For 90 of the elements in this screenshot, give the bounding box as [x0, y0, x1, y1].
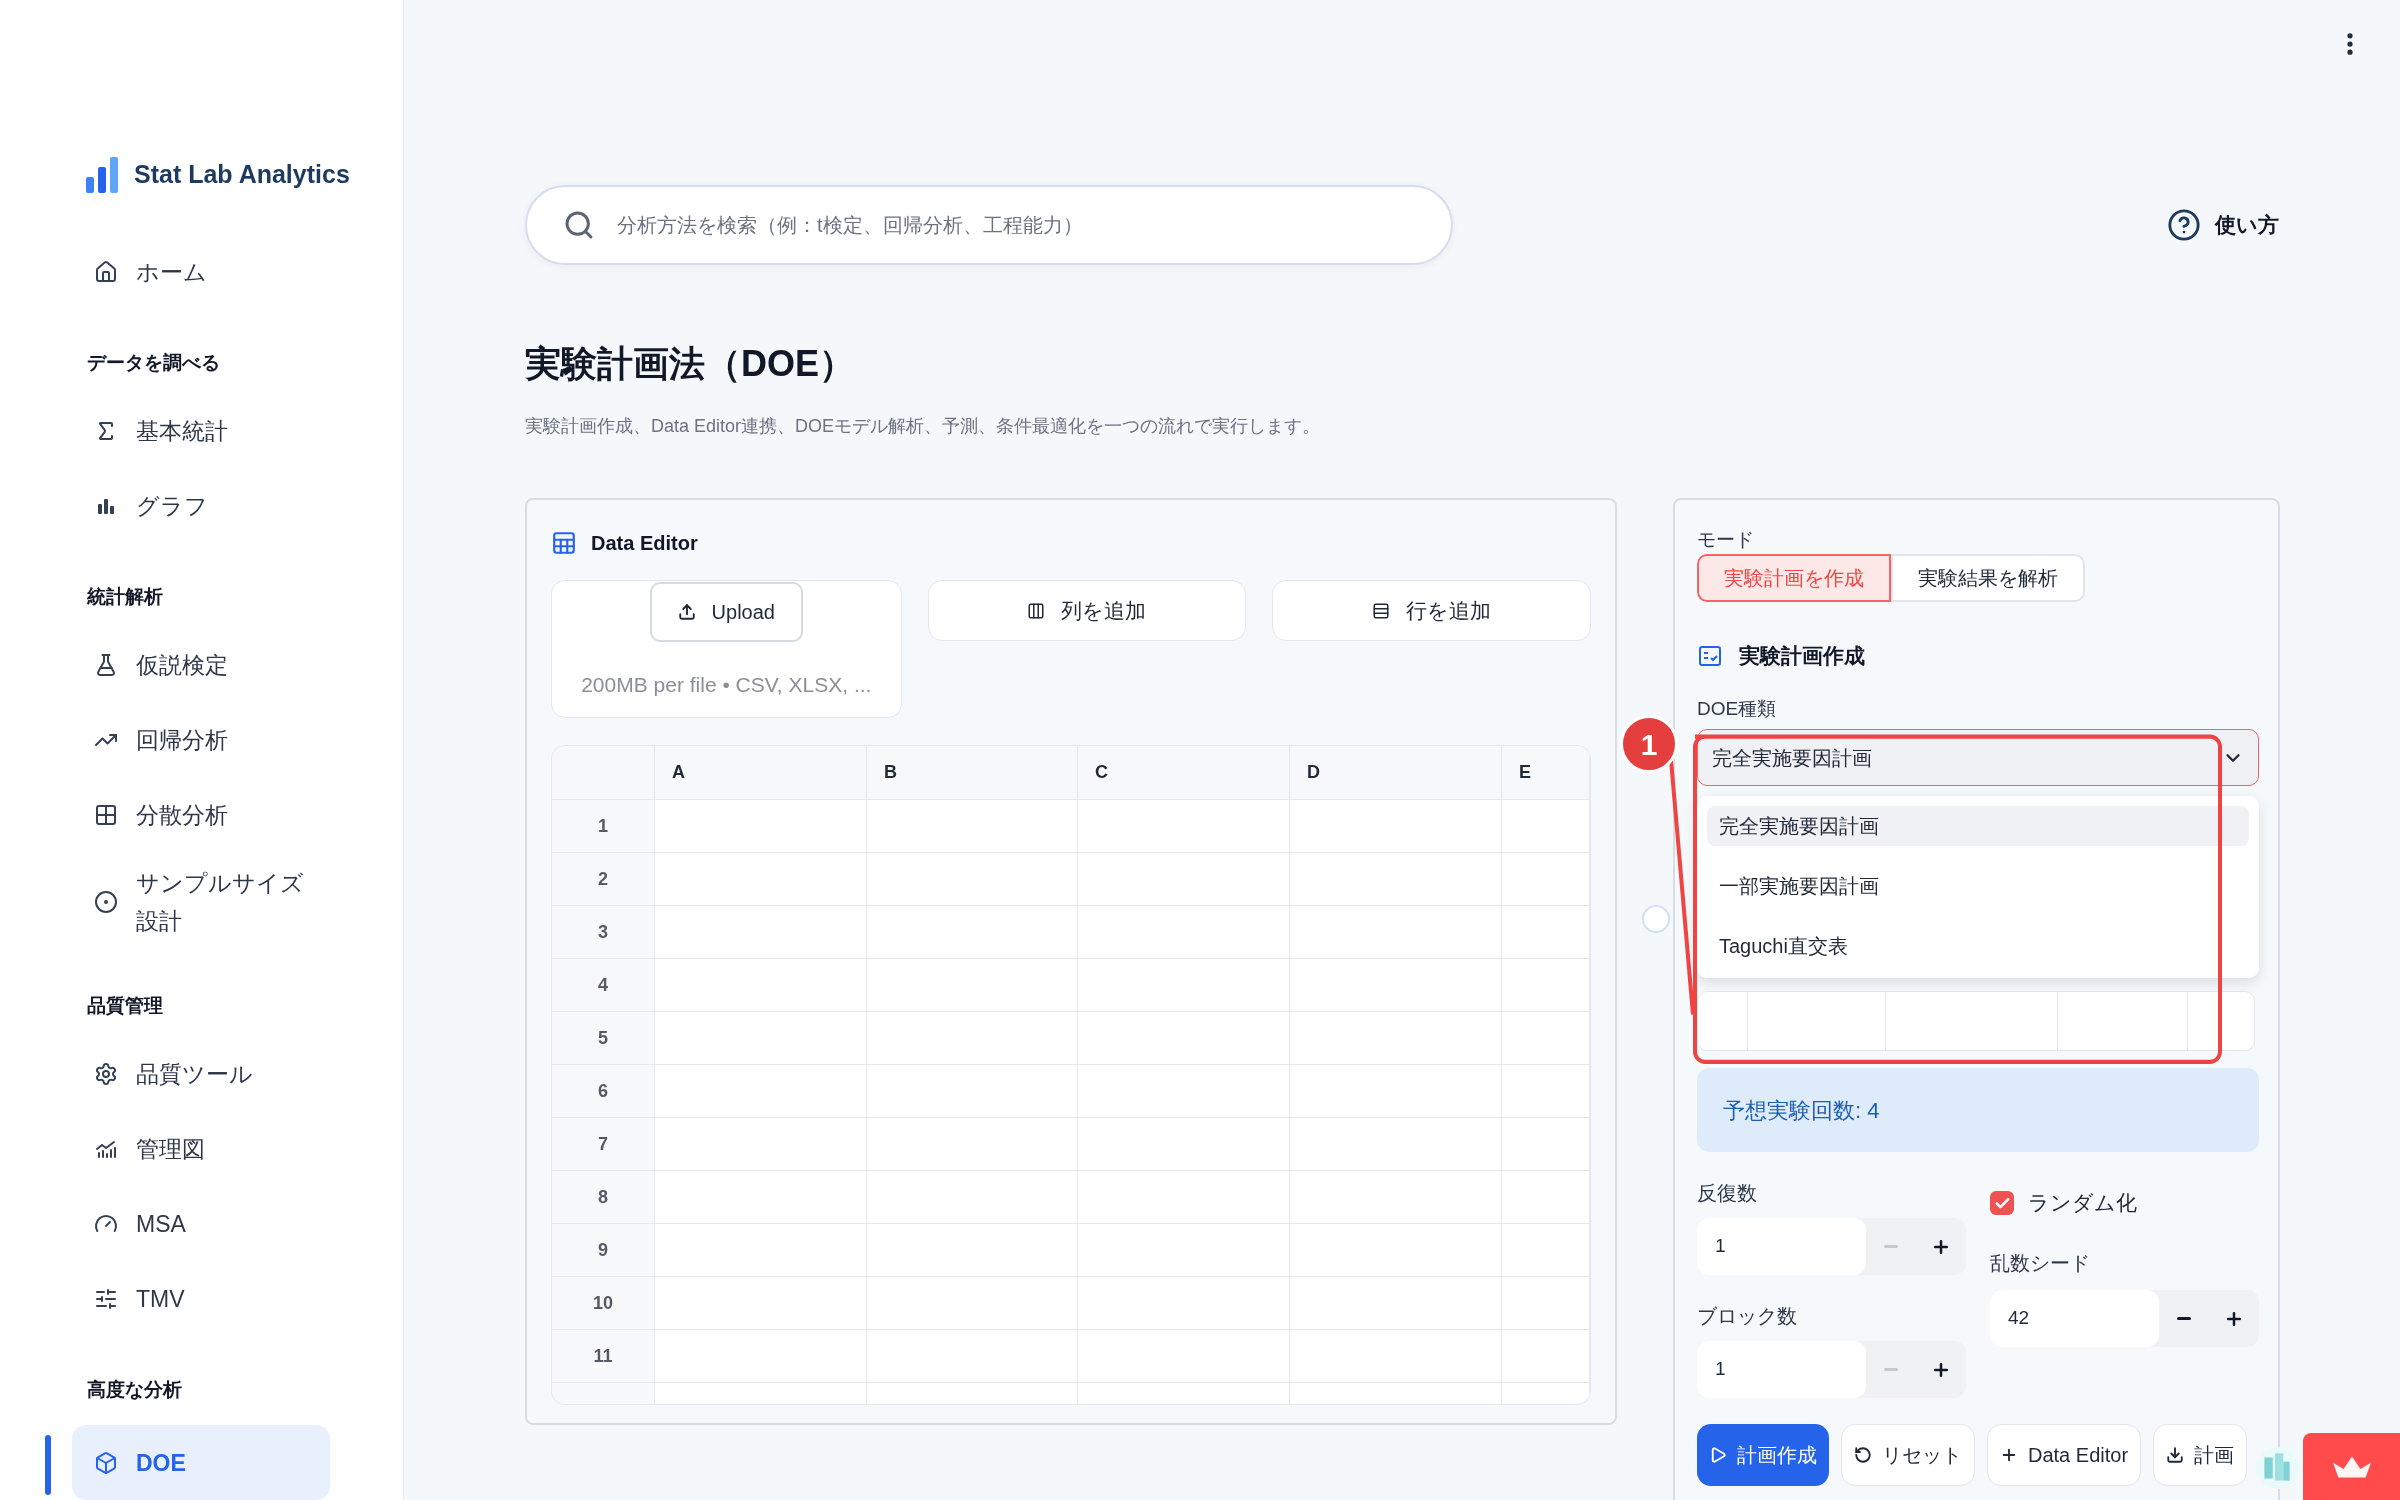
- section-heading: 高度な分析: [87, 1379, 182, 1400]
- page-title: 実験計画法（DOE）: [525, 342, 856, 386]
- randomize-checkbox[interactable]: ランダム化: [1990, 1188, 2259, 1218]
- checkbox[interactable]: [1990, 1191, 2014, 1215]
- field-label: 反復数: [1697, 1181, 1758, 1206]
- reset-icon: [1854, 1446, 1872, 1464]
- column-header: A: [672, 761, 685, 784]
- target-icon: [94, 890, 118, 914]
- row-number: 1: [598, 814, 608, 838]
- field-label: モード: [1697, 528, 1755, 552]
- doe-type-select[interactable]: 完全実施要因計画: [1697, 729, 2259, 786]
- action-button[interactable]: 計画: [2153, 1424, 2248, 1486]
- nav-item[interactable]: 分散分析: [72, 777, 330, 852]
- nav-item[interactable]: サンプルサイズ設計: [72, 852, 330, 952]
- search-field[interactable]: 分析方法を検索（例：t検定、回帰分析、工程能力）: [525, 185, 1453, 265]
- cube-icon: [94, 1450, 118, 1475]
- row-number: 2: [598, 867, 608, 891]
- row-number: 3: [598, 920, 608, 944]
- app-badge[interactable]: [2303, 1433, 2400, 1500]
- logo-icon: [84, 157, 120, 193]
- row-number: 4: [598, 973, 608, 997]
- dropdown-option[interactable]: 完全実施要因計画: [1707, 806, 2249, 846]
- nav-item[interactable]: 品質ツール: [72, 1036, 330, 1111]
- flask-icon: [94, 652, 118, 677]
- add-button[interactable]: 列を追加: [927, 580, 1247, 641]
- annotation-badge: 1: [1620, 715, 1678, 773]
- play-icon: [1709, 1446, 1727, 1464]
- plus-icon: [2000, 1446, 2018, 1464]
- nav-item[interactable]: グラフ: [72, 468, 330, 543]
- section-heading: データを調べる: [87, 352, 220, 373]
- status-spinner: [1642, 905, 1670, 933]
- upload-icon: [677, 603, 696, 621]
- dropdown-option[interactable]: Taguchi直交表: [1707, 926, 2249, 966]
- nav-item[interactable]: 回帰分析: [72, 702, 330, 777]
- minus-icon: [1884, 1245, 1899, 1248]
- number-field[interactable]: 42: [1990, 1290, 2160, 1347]
- section-heading: 実験計画作成: [1739, 643, 1865, 670]
- estimate-box: 予想実験回数: 4: [1697, 1068, 2259, 1152]
- nav-item[interactable]: 基本統計: [72, 393, 330, 468]
- row-number: 7: [598, 1132, 608, 1156]
- table-icon: [551, 530, 577, 556]
- row-number: 8: [598, 1185, 608, 1209]
- nav-item[interactable]: MSA: [72, 1186, 330, 1261]
- column-header: E: [1519, 761, 1531, 784]
- row-number: 11: [593, 1344, 613, 1368]
- checklist-icon: [1697, 644, 1723, 668]
- field-label: DOE種類: [1697, 697, 1778, 721]
- search-icon: [563, 209, 595, 241]
- field-label: ブロック数: [1697, 1304, 1798, 1329]
- action-button[interactable]: Data Editor: [1987, 1424, 2142, 1486]
- help-button[interactable]: 使い方: [2167, 208, 2279, 242]
- nav-item[interactable]: 仮説検定: [72, 627, 330, 702]
- action-button[interactable]: 計画作成: [1697, 1424, 1829, 1486]
- grid-icon: [94, 802, 118, 827]
- rows-icon: [1372, 601, 1391, 620]
- page-subtitle: 実験計画作成、Data Editor連携、DOEモデル解析、予測、条件最適化を一つの流れで実行します。: [525, 415, 1322, 438]
- card-title: Data Editor: [591, 531, 698, 556]
- row-number: 5: [598, 1026, 608, 1050]
- upload-hint: 200MB per file • CSV, XLSX, ...: [581, 672, 872, 698]
- row-number: 6: [598, 1079, 608, 1103]
- nav-item[interactable]: TMV: [72, 1261, 330, 1336]
- sliders-icon: [94, 1286, 118, 1311]
- row-number: 9: [598, 1238, 608, 1262]
- nav-item[interactable]: 管理図: [72, 1111, 330, 1186]
- minus-icon: [1884, 1368, 1899, 1371]
- download-icon: [2166, 1446, 2185, 1464]
- minus-icon: [2177, 1317, 2192, 1320]
- upload-area[interactable]: Upload 200MB per file • CSV, XLSX, ...: [551, 580, 902, 718]
- home-icon: [94, 259, 118, 284]
- action-button[interactable]: リセット: [1841, 1424, 1975, 1486]
- active-indicator: [45, 1435, 51, 1495]
- help-icon: [2167, 208, 2201, 242]
- column-header: C: [1095, 761, 1108, 784]
- dropdown-option[interactable]: 一部実施要因計画: [1707, 866, 2249, 906]
- column-header: B: [884, 761, 897, 784]
- add-button[interactable]: 行を追加: [1272, 580, 1591, 641]
- column-header: D: [1307, 761, 1320, 784]
- columns-icon: [1027, 601, 1046, 620]
- section-heading: 品質管理: [87, 995, 163, 1016]
- brand-name: Stat Lab Analytics: [134, 159, 350, 191]
- row-number: 10: [593, 1291, 613, 1315]
- gear-icon: [94, 1061, 118, 1086]
- field-label: 乱数シード: [1990, 1251, 2091, 1276]
- mode-tab[interactable]: 実験結果を解析: [1891, 554, 2085, 602]
- nav-item[interactable]: DOE: [72, 1425, 330, 1500]
- number-field[interactable]: 1: [1697, 1341, 1867, 1398]
- number-field[interactable]: 1: [1697, 1218, 1867, 1275]
- upload-button[interactable]: Upload: [649, 582, 803, 642]
- section-heading: 統計解析: [87, 586, 163, 607]
- nav-item[interactable]: ホーム: [72, 234, 330, 309]
